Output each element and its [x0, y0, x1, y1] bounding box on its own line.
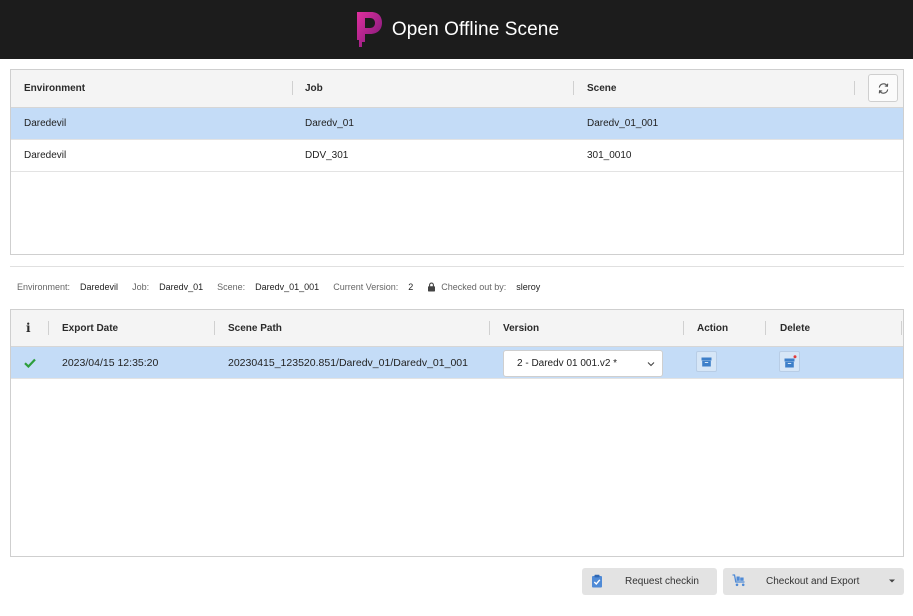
column-separator[interactable] — [214, 321, 215, 335]
table-row[interactable]: Daredevil DDV_301 301_0010 — [11, 140, 903, 172]
version-select[interactable]: 2 - Daredv 01 001.v2 * — [503, 350, 663, 377]
version-select-value: 2 - Daredv 01 001.v2 * — [517, 358, 618, 369]
app-logo-icon — [356, 11, 382, 47]
column-header-info[interactable]: i — [26, 310, 31, 346]
section-divider — [10, 266, 904, 267]
checked-out-value: sleroy — [516, 282, 541, 292]
cart-export-icon — [732, 574, 745, 587]
column-header-version[interactable]: Version — [503, 310, 539, 346]
scenes-table: Environment Job Scene Daredevil Daredv_0… — [10, 69, 904, 255]
table-row[interactable]: Daredevil Daredv_01 Daredv_01_001 — [11, 108, 903, 140]
refresh-icon — [878, 82, 888, 94]
current-version-label: Current Version: — [333, 282, 399, 292]
column-separator[interactable] — [854, 81, 855, 95]
column-header-action[interactable]: Action — [697, 310, 728, 346]
cell-environment: Daredevil — [24, 118, 67, 129]
scene-value: Daredv_01_001 — [255, 282, 320, 292]
column-separator[interactable] — [765, 321, 766, 335]
chevron-down-icon — [647, 362, 655, 367]
column-separator[interactable] — [489, 321, 490, 335]
window-title: Open Offline Scene — [391, 18, 560, 40]
environment-value: Daredevil — [80, 282, 119, 292]
status-cell — [24, 347, 36, 378]
table-row[interactable]: 2023/04/15 12:35:20 20230415_123520.851/… — [11, 347, 903, 379]
cell-export-date: 2023/04/15 12:35:20 — [62, 356, 159, 369]
column-header-environment[interactable]: Environment — [24, 70, 85, 107]
job-label: Job: — [132, 282, 150, 292]
lock-icon — [428, 282, 436, 292]
scene-label: Scene: — [217, 282, 246, 292]
request-checkin-button[interactable]: Request checkin — [582, 568, 717, 595]
column-separator[interactable] — [901, 321, 902, 335]
scenes-table-header: Environment Job Scene — [11, 70, 903, 108]
checkout-and-export-button[interactable]: Checkout and Export — [723, 568, 904, 595]
column-header-job[interactable]: Job — [305, 70, 323, 107]
cell-scene: Daredv_01_001 — [587, 118, 659, 129]
refresh-button[interactable] — [868, 74, 898, 102]
dropdown-caret-icon[interactable] — [888, 578, 896, 584]
column-separator[interactable] — [48, 321, 49, 335]
cell-job: Daredv_01 — [305, 118, 354, 129]
title-bar: Open Offline Scene — [0, 0, 913, 59]
cell-scene: 301_0010 — [587, 150, 632, 161]
scene-info-bar: Environment: Daredevil Job: Daredv_01 Sc… — [17, 280, 554, 294]
column-header-export-date[interactable]: Export Date — [62, 310, 118, 346]
cell-job: DDV_301 — [305, 150, 349, 161]
cell-scene-path: 20230415_123520.851/Daredv_01/Daredv_01_… — [228, 356, 468, 369]
column-header-delete[interactable]: Delete — [780, 310, 810, 346]
column-separator[interactable] — [292, 81, 293, 95]
current-version-value: 2 — [408, 282, 414, 292]
column-separator[interactable] — [683, 321, 684, 335]
check-icon — [24, 358, 36, 368]
checkout-and-export-label: Checkout and Export — [766, 576, 860, 587]
column-separator[interactable] — [573, 81, 574, 95]
exports-table: i Export Date Scene Path Version Action … — [10, 309, 904, 557]
archive-delete-icon — [784, 355, 796, 368]
cell-environment: Daredevil — [24, 150, 67, 161]
request-checkin-label: Request checkin — [625, 576, 699, 587]
archive-icon — [701, 357, 712, 366]
clipboard-check-icon — [592, 574, 602, 588]
column-header-scene[interactable]: Scene — [587, 70, 616, 107]
delete-archive-button[interactable] — [779, 351, 800, 372]
checked-out-label: Checked out by: — [441, 282, 507, 292]
column-header-scene-path[interactable]: Scene Path — [228, 310, 282, 346]
action-archive-button[interactable] — [696, 351, 717, 372]
exports-table-header: i Export Date Scene Path Version Action … — [11, 310, 903, 347]
environment-label: Environment: — [17, 282, 71, 292]
job-value: Daredv_01 — [159, 282, 204, 292]
